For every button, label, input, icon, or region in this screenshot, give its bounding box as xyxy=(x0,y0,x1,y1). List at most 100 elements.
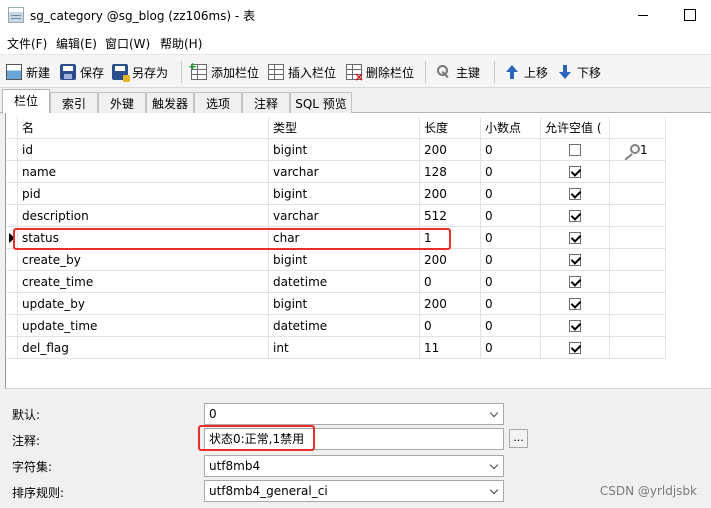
key-cell[interactable] xyxy=(610,205,666,227)
column-decimals-cell[interactable]: 0 xyxy=(481,315,541,337)
key-cell[interactable] xyxy=(610,161,666,183)
nullable-checkbox[interactable] xyxy=(569,276,581,288)
collation-select[interactable]: utf8mb4_general_ci xyxy=(204,480,504,502)
column-length-cell[interactable]: 200 xyxy=(420,249,481,271)
column-name-cell[interactable]: update_by xyxy=(18,293,269,315)
tab-indexes[interactable]: 索引 xyxy=(50,92,98,113)
row-selector[interactable] xyxy=(6,315,18,337)
table-row[interactable]: name varchar 128 0 xyxy=(6,161,666,183)
comment-input[interactable]: 状态0:正常,1禁用 xyxy=(204,428,504,450)
column-length-cell[interactable]: 200 xyxy=(420,139,481,161)
tab-triggers[interactable]: 触发器 xyxy=(146,92,194,113)
menu-help[interactable]: 帮助(H) xyxy=(160,35,202,52)
column-length-cell[interactable]: 512 xyxy=(420,205,481,227)
table-row[interactable]: description varchar 512 0 xyxy=(6,205,666,227)
column-type-cell[interactable]: char xyxy=(269,227,420,249)
column-type-cell[interactable]: int xyxy=(269,337,420,359)
key-cell[interactable] xyxy=(610,227,666,249)
menu-edit[interactable]: 编辑(E) xyxy=(56,35,97,52)
column-length-cell[interactable]: 11 xyxy=(420,337,481,359)
row-selector[interactable] xyxy=(6,205,18,227)
tab-fields[interactable]: 栏位 xyxy=(2,89,50,114)
comment-editor-button[interactable]: ... xyxy=(509,429,528,448)
key-cell[interactable] xyxy=(610,293,666,315)
column-name-cell[interactable]: update_time xyxy=(18,315,269,337)
column-decimals-cell[interactable]: 0 xyxy=(481,271,541,293)
key-cell[interactable] xyxy=(610,249,666,271)
key-cell[interactable] xyxy=(610,315,666,337)
column-name-cell[interactable]: status xyxy=(18,227,269,249)
insert-column-button[interactable]: 插入栏位 xyxy=(268,62,336,82)
key-cell[interactable] xyxy=(610,183,666,205)
column-type-cell[interactable]: bigint xyxy=(269,139,420,161)
table-row[interactable]: create_by bigint 200 0 xyxy=(6,249,666,271)
column-type-cell[interactable]: datetime xyxy=(269,315,420,337)
column-decimals-cell[interactable]: 0 xyxy=(481,183,541,205)
row-selector[interactable] xyxy=(6,161,18,183)
column-decimals-cell[interactable]: 0 xyxy=(481,161,541,183)
table-row[interactable]: status char 1 0 xyxy=(6,227,666,249)
column-decimals-cell[interactable]: 0 xyxy=(481,139,541,161)
row-selector[interactable] xyxy=(6,183,18,205)
column-length-cell[interactable]: 1 xyxy=(420,227,481,249)
tab-foreign-keys[interactable]: 外键 xyxy=(98,92,146,113)
nullable-checkbox[interactable] xyxy=(569,342,581,354)
column-type-cell[interactable]: varchar xyxy=(269,205,420,227)
nullable-checkbox[interactable] xyxy=(569,320,581,332)
key-cell[interactable] xyxy=(610,271,666,293)
column-type-cell[interactable]: bigint xyxy=(269,293,420,315)
row-selector[interactable] xyxy=(6,249,18,271)
save-as-button[interactable]: 另存为 xyxy=(112,62,168,82)
row-selector[interactable] xyxy=(6,227,18,249)
move-down-button[interactable]: 下移 xyxy=(557,62,601,82)
primary-key-button[interactable]: 主键 xyxy=(436,62,480,82)
key-cell[interactable]: 1 xyxy=(610,139,666,161)
save-button[interactable]: 保存 xyxy=(60,62,104,82)
table-row[interactable]: pid bigint 200 0 xyxy=(6,183,666,205)
charset-select[interactable]: utf8mb4 xyxy=(204,455,504,477)
column-length-cell[interactable]: 200 xyxy=(420,183,481,205)
maximize-icon[interactable] xyxy=(666,0,711,30)
column-length-cell[interactable]: 200 xyxy=(420,293,481,315)
column-type-cell[interactable]: varchar xyxy=(269,161,420,183)
default-value-combo[interactable]: 0 xyxy=(204,403,504,425)
menu-file[interactable]: 文件(F) xyxy=(7,35,47,52)
header-name[interactable]: 名 xyxy=(18,117,269,139)
column-name-cell[interactable]: name xyxy=(18,161,269,183)
add-column-button[interactable]: 添加栏位 xyxy=(188,60,259,82)
delete-column-button[interactable]: 删除栏位 xyxy=(346,62,414,84)
tab-comment[interactable]: 注释 xyxy=(242,92,290,113)
column-length-cell[interactable]: 128 xyxy=(420,161,481,183)
nullable-checkbox[interactable] xyxy=(569,166,581,178)
row-selector[interactable] xyxy=(6,271,18,293)
column-decimals-cell[interactable]: 0 xyxy=(481,337,541,359)
nullable-checkbox[interactable] xyxy=(569,144,581,156)
table-row[interactable]: id bigint 200 0 1 xyxy=(6,139,666,161)
nullable-checkbox[interactable] xyxy=(569,210,581,222)
table-row[interactable]: create_time datetime 0 0 xyxy=(6,271,666,293)
move-up-button[interactable]: 上移 xyxy=(504,62,548,82)
header-nullable[interactable]: 允许空值 ( xyxy=(541,117,610,139)
new-button[interactable]: 新建 xyxy=(6,62,50,82)
column-decimals-cell[interactable]: 0 xyxy=(481,227,541,249)
key-cell[interactable] xyxy=(610,337,666,359)
tab-options[interactable]: 选项 xyxy=(194,92,242,113)
row-selector[interactable] xyxy=(6,139,18,161)
table-row[interactable]: update_time datetime 0 0 xyxy=(6,315,666,337)
table-row[interactable]: update_by bigint 200 0 xyxy=(6,293,666,315)
column-length-cell[interactable]: 0 xyxy=(420,271,481,293)
column-type-cell[interactable]: bigint xyxy=(269,249,420,271)
table-row[interactable]: del_flag int 11 0 xyxy=(6,337,666,359)
row-selector[interactable] xyxy=(6,337,18,359)
tab-sql-preview[interactable]: SQL 预览 xyxy=(290,92,352,113)
nullable-checkbox[interactable] xyxy=(569,254,581,266)
column-name-cell[interactable]: pid xyxy=(18,183,269,205)
header-type[interactable]: 类型 xyxy=(269,117,420,139)
column-decimals-cell[interactable]: 0 xyxy=(481,293,541,315)
column-name-cell[interactable]: description xyxy=(18,205,269,227)
column-type-cell[interactable]: bigint xyxy=(269,183,420,205)
nullable-checkbox[interactable] xyxy=(569,298,581,310)
column-name-cell[interactable]: create_time xyxy=(18,271,269,293)
nullable-checkbox[interactable] xyxy=(569,188,581,200)
column-length-cell[interactable]: 0 xyxy=(420,315,481,337)
